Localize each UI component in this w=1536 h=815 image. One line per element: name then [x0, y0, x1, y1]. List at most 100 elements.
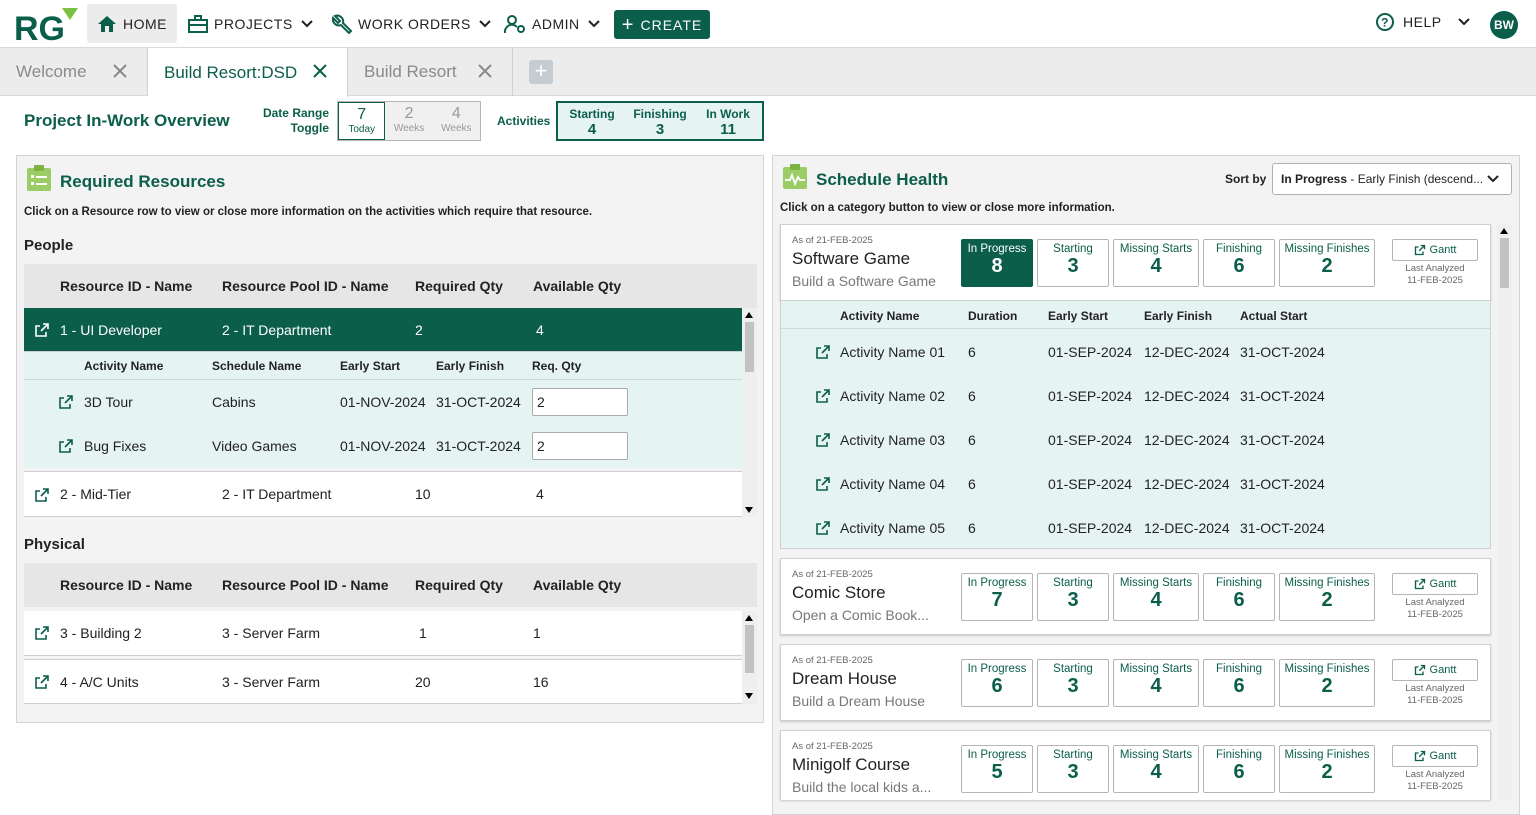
date-option-2-weeks[interactable]: 2 Weeks: [385, 102, 432, 140]
user-avatar[interactable]: BW: [1490, 11, 1518, 39]
stat-in-progress-button[interactable]: In Progress 7: [961, 573, 1033, 621]
scrollbar-thumb[interactable]: [1500, 238, 1509, 288]
date-option-4-weeks[interactable]: 4 Weeks: [433, 102, 480, 140]
rg-logo[interactable]: RG: [14, 6, 80, 48]
open-external-icon[interactable]: [815, 476, 831, 492]
close-icon[interactable]: [311, 62, 329, 80]
add-tab-button[interactable]: +: [529, 60, 553, 84]
column-header[interactable]: Required Qty: [415, 278, 503, 294]
activity-duration: 6: [968, 344, 976, 360]
activity-name: Activity Name 01: [840, 344, 946, 360]
scroll-down-icon[interactable]: [745, 693, 753, 699]
activity-count-starting[interactable]: Starting 4: [558, 103, 626, 139]
project-card[interactable]: As of 21-FEB-2025 Dream House Build a Dr…: [780, 644, 1491, 721]
stat-missing-starts-button[interactable]: Missing Starts 4: [1113, 745, 1199, 793]
open-external-icon[interactable]: [815, 432, 831, 448]
column-header[interactable]: Resource ID - Name: [60, 278, 192, 294]
open-external-icon[interactable]: [58, 394, 74, 410]
close-icon[interactable]: [111, 62, 129, 80]
scrollbar-thumb[interactable]: [745, 322, 754, 372]
tab-welcome[interactable]: Welcome: [0, 48, 148, 96]
schedule-scrollbar[interactable]: [1497, 224, 1512, 800]
last-analyzed: Last Analyzed 11-FEB-2025: [1392, 597, 1478, 621]
resource-row[interactable]: 3 - Building 2 3 - Server Farm 1 1: [24, 611, 742, 656]
column-header[interactable]: Required Qty: [415, 577, 503, 593]
scroll-up-icon[interactable]: [745, 312, 753, 318]
date-option-today[interactable]: 7 Today: [338, 102, 386, 140]
column-header[interactable]: Available Qty: [533, 278, 621, 294]
activity-actual-start: 31-OCT-2024: [1240, 520, 1325, 536]
stat-missing-finishes-button[interactable]: Missing Finishes 2: [1279, 239, 1375, 287]
project-card[interactable]: As of 21-FEB-2025 Comic Store Open a Com…: [780, 558, 1491, 635]
column-header[interactable]: Resource Pool ID - Name: [222, 278, 389, 294]
project-card[interactable]: As of 21-FEB-2025 Software Game Build a …: [780, 224, 1491, 301]
scrollbar-thumb[interactable]: [745, 625, 754, 673]
activity-count-finishing[interactable]: Finishing 3: [626, 103, 694, 139]
stat-missing-starts-button[interactable]: Missing Starts 4: [1113, 239, 1199, 287]
open-external-icon[interactable]: [815, 344, 831, 360]
tab-build-resort[interactable]: Build Resort: [348, 48, 513, 96]
scroll-up-icon[interactable]: [1500, 228, 1508, 234]
nav-work-orders[interactable]: WORK ORDERS: [322, 4, 501, 43]
open-external-icon[interactable]: [34, 674, 50, 690]
stat-in-progress-button[interactable]: In Progress 6: [961, 659, 1033, 707]
resource-row-selected[interactable]: 1 - UI Developer 2 - IT Department 2 4: [24, 308, 742, 352]
gantt-button[interactable]: Gantt: [1392, 659, 1478, 681]
resource-row[interactable]: 4 - A/C Units 3 - Server Farm 20 16: [24, 659, 742, 704]
stat-finishing-button[interactable]: Finishing 6: [1203, 745, 1275, 793]
scroll-down-icon[interactable]: [745, 507, 753, 513]
nav-projects[interactable]: PROJECTS: [178, 4, 323, 43]
as-of-date: As of 21-FEB-2025: [792, 235, 873, 246]
open-external-icon[interactable]: [34, 322, 50, 338]
column-header[interactable]: Available Qty: [533, 577, 621, 593]
stat-missing-starts-button[interactable]: Missing Starts 4: [1113, 573, 1199, 621]
physical-scrollbar[interactable]: [742, 611, 757, 704]
scroll-up-icon[interactable]: [745, 615, 753, 621]
req-qty-input[interactable]: 2: [532, 388, 628, 416]
activity-count-value: 4: [587, 121, 597, 138]
stat-finishing-button[interactable]: Finishing 6: [1203, 573, 1275, 621]
stat-missing-finishes-button[interactable]: Missing Finishes 2: [1279, 745, 1375, 793]
project-card[interactable]: As of 21-FEB-2025 Minigolf Course Build …: [780, 730, 1491, 800]
tab-build-resort-dsd[interactable]: Build Resort:DSD: [148, 48, 348, 97]
open-external-icon[interactable]: [58, 438, 74, 454]
stat-missing-finishes-button[interactable]: Missing Finishes 2: [1279, 573, 1375, 621]
open-external-icon[interactable]: [34, 625, 50, 641]
gantt-button[interactable]: Gantt: [1392, 573, 1478, 595]
nav-admin-label: ADMIN: [532, 15, 580, 32]
stat-finishing-button[interactable]: Finishing 6: [1203, 239, 1275, 287]
stat-missing-finishes-button[interactable]: Missing Finishes 2: [1279, 659, 1375, 707]
gantt-button[interactable]: Gantt: [1392, 239, 1478, 261]
stat-in-progress-button[interactable]: In Progress 5: [961, 745, 1033, 793]
user-gear-icon: [504, 14, 525, 33]
stat-starting-button[interactable]: Starting 3: [1037, 745, 1109, 793]
gantt-button[interactable]: Gantt: [1392, 745, 1478, 767]
stat-missing-starts-button[interactable]: Missing Starts 4: [1113, 659, 1199, 707]
column-header[interactable]: Resource ID - Name: [60, 577, 192, 593]
people-scrollbar[interactable]: [742, 308, 757, 517]
resource-row[interactable]: 2 - Mid-Tier 2 - IT Department 10 4: [24, 471, 742, 517]
open-external-icon[interactable]: [34, 487, 50, 503]
sort-by-select[interactable]: In Progress - Early Finish (descend...: [1272, 163, 1512, 195]
close-icon[interactable]: [476, 62, 494, 80]
stat-value: 6: [1233, 675, 1245, 697]
stat-value: 3: [1067, 589, 1079, 611]
nav-admin[interactable]: ADMIN: [494, 4, 610, 43]
open-external-icon[interactable]: [815, 520, 831, 536]
in-progress-activities-table: Activity Name Duration Early Start Early…: [780, 300, 1491, 549]
column-header[interactable]: Resource Pool ID - Name: [222, 577, 389, 593]
stat-in-progress-button[interactable]: In Progress 8: [961, 239, 1033, 287]
stat-finishing-button[interactable]: Finishing 6: [1203, 659, 1275, 707]
stat-starting-button[interactable]: Starting 3: [1037, 573, 1109, 621]
nav-home[interactable]: HOME: [87, 4, 177, 43]
open-external-icon[interactable]: [815, 388, 831, 404]
create-button[interactable]: + CREATE: [614, 10, 710, 39]
activity-count-in-work[interactable]: In Work 11: [694, 103, 762, 139]
help-menu[interactable]: ? HELP: [1375, 12, 1470, 32]
req-qty-input[interactable]: 2: [532, 432, 628, 460]
activity-name: Activity Name 05: [840, 520, 946, 536]
stat-starting-button[interactable]: Starting 3: [1037, 659, 1109, 707]
stat-starting-button[interactable]: Starting 3: [1037, 239, 1109, 287]
activity-actual-start: 31-OCT-2024: [1240, 344, 1325, 360]
stat-value: 4: [1150, 675, 1162, 697]
